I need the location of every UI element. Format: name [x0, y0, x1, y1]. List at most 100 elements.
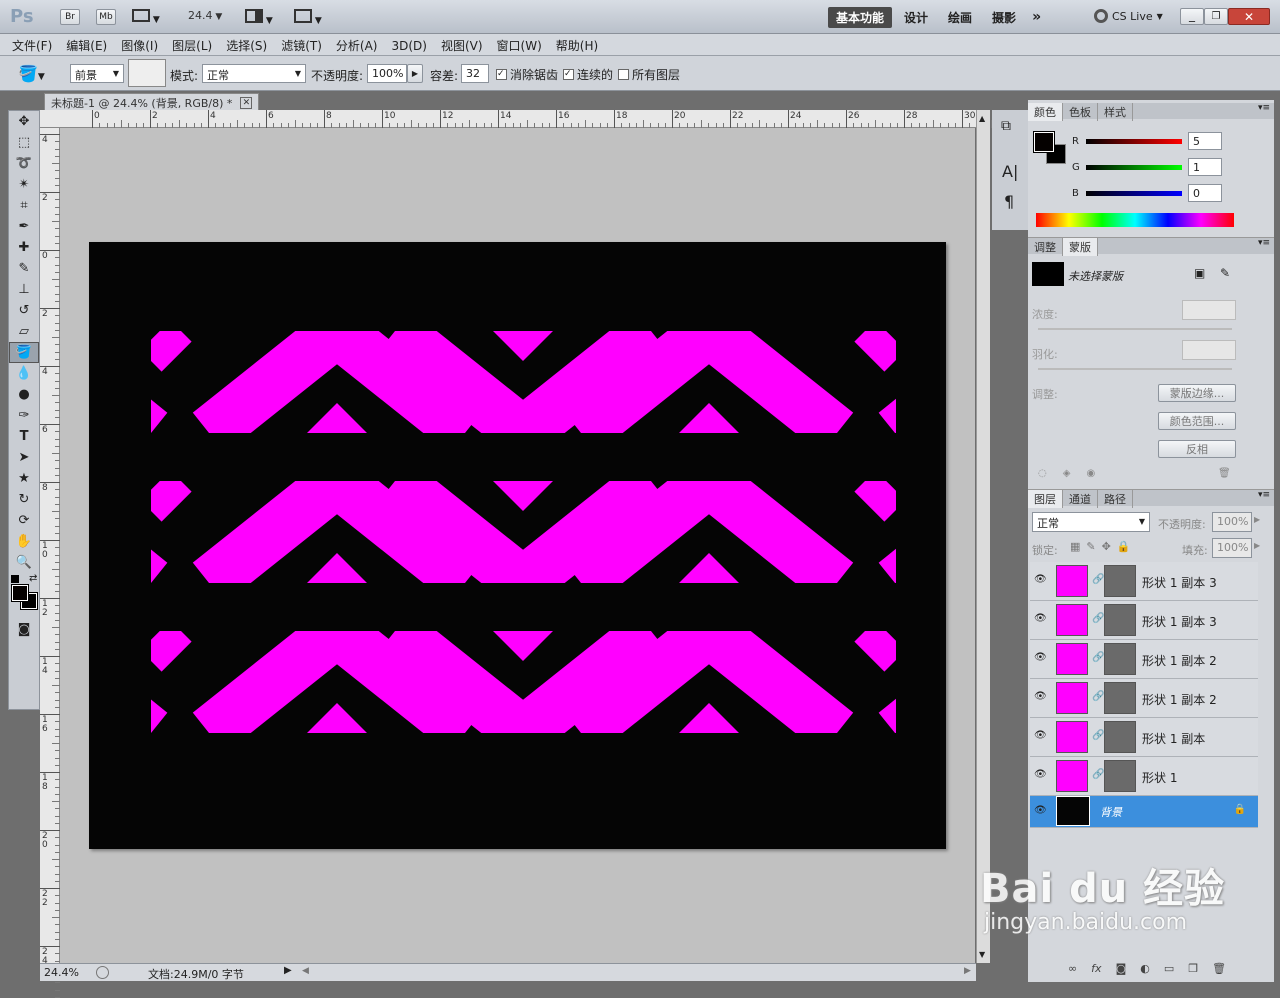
- blur-tool-icon[interactable]: 💧: [9, 363, 39, 384]
- pixel-mask-icon[interactable]: ▣: [1194, 266, 1205, 280]
- layer-opacity-input[interactable]: 100%: [1212, 512, 1252, 532]
- scroll-up-arrow[interactable]: ▲: [979, 114, 985, 123]
- vector-mask-thumbnail[interactable]: [1104, 721, 1136, 753]
- link-icon[interactable]: 🔗: [1092, 574, 1104, 585]
- workspace-design[interactable]: 设计: [896, 7, 936, 28]
- fill-source-select[interactable]: 前景 ▼: [70, 64, 124, 83]
- eye-icon[interactable]: 👁: [1034, 652, 1048, 663]
- link-icon[interactable]: 🔗: [1092, 652, 1104, 663]
- bridge-button[interactable]: Br: [60, 9, 80, 25]
- add-mask-icon[interactable]: ◙: [1116, 962, 1127, 975]
- load-selection-icon[interactable]: ◌: [1038, 468, 1047, 479]
- invert-button[interactable]: 反相: [1158, 440, 1236, 458]
- panel-menu-icon[interactable]: ▾≡: [1258, 103, 1270, 113]
- link-icon[interactable]: 🔗: [1092, 613, 1104, 624]
- arrange-documents-button[interactable]: ▼: [245, 9, 273, 26]
- panel-menu-icon[interactable]: ▾≡: [1258, 490, 1270, 500]
- 3d-orbit-tool-icon[interactable]: ⟳: [9, 510, 39, 531]
- lock-image-icon[interactable]: ✎: [1086, 540, 1095, 553]
- clone-stamp-tool-icon[interactable]: ⊥: [9, 279, 39, 300]
- fg-bg-color-picker[interactable]: [1033, 131, 1068, 166]
- foreground-color-swatch[interactable]: [11, 584, 29, 602]
- path-selection-tool-icon[interactable]: ➤: [9, 447, 39, 468]
- menu-item-0[interactable]: 文件(F): [12, 37, 52, 54]
- pen-tool-icon[interactable]: ✑: [9, 405, 39, 426]
- eye-icon[interactable]: 👁: [1034, 769, 1048, 780]
- 3d-rotate-tool-icon[interactable]: ↻: [9, 489, 39, 510]
- workspace-painting[interactable]: 绘画: [940, 7, 980, 28]
- menu-item-9[interactable]: 窗口(W): [497, 37, 542, 54]
- shape-fill-thumbnail[interactable]: [1056, 643, 1088, 675]
- vector-mask-thumbnail[interactable]: [1104, 604, 1136, 636]
- zoom-tool-icon[interactable]: 🔍: [9, 552, 39, 573]
- link-layers-icon[interactable]: ∞: [1068, 962, 1077, 975]
- menu-item-3[interactable]: 图层(L): [172, 37, 212, 54]
- r-slider[interactable]: [1086, 139, 1182, 144]
- vector-mask-thumbnail[interactable]: [1104, 565, 1136, 597]
- status-icon[interactable]: [96, 966, 109, 979]
- blend-mode-select[interactable]: 正常 ▼: [1032, 512, 1150, 532]
- feather-slider[interactable]: [1038, 368, 1232, 370]
- scroll-down-arrow[interactable]: ▼: [979, 950, 985, 959]
- new-group-icon[interactable]: ▭: [1164, 962, 1174, 975]
- canvas-area[interactable]: [60, 128, 975, 963]
- mask-edge-button[interactable]: 蒙版边缘...: [1158, 384, 1236, 402]
- restore-button[interactable]: ❐: [1204, 8, 1228, 25]
- eraser-tool-icon[interactable]: ▱: [9, 321, 39, 342]
- view-extras-button[interactable]: ▼: [132, 9, 164, 25]
- eye-icon[interactable]: 👁: [1034, 730, 1048, 741]
- minibridge-button[interactable]: Mb: [96, 9, 116, 25]
- fill-input[interactable]: 100%: [1212, 538, 1252, 558]
- menu-item-8[interactable]: 视图(V): [441, 37, 483, 54]
- layer-row[interactable]: 👁 🔗 形状 1: [1030, 757, 1258, 796]
- fill-arrow[interactable]: ▶: [1254, 541, 1260, 550]
- vector-mask-thumbnail[interactable]: [1104, 760, 1136, 792]
- tab-styles[interactable]: 样式: [1098, 103, 1133, 121]
- layer-row[interactable]: 👁 背景 🔒: [1030, 796, 1258, 828]
- paint-bucket-tool-icon[interactable]: 🪣: [9, 342, 39, 363]
- close-tab-icon[interactable]: ✕: [240, 96, 253, 109]
- vertical-scrollbar[interactable]: ▲ ▼: [976, 110, 990, 963]
- layer-row[interactable]: 👁 🔗 形状 1 副本: [1030, 718, 1258, 757]
- g-input[interactable]: 1: [1188, 158, 1222, 176]
- workspace-photography[interactable]: 摄影: [984, 7, 1024, 28]
- tab-layers[interactable]: 图层: [1028, 490, 1063, 508]
- link-icon[interactable]: 🔗: [1092, 769, 1104, 780]
- tolerance-input[interactable]: 32: [461, 64, 489, 83]
- custom-shape-tool-icon[interactable]: ★: [9, 468, 39, 489]
- document-tab[interactable]: 未标题-1 @ 24.4% (背景, RGB/8) * ✕: [44, 93, 260, 111]
- delete-mask-icon[interactable]: 🗑: [1218, 468, 1231, 479]
- zoom-level-dropdown[interactable]: 24.4 ▼: [188, 9, 222, 22]
- lasso-tool-icon[interactable]: ➰: [9, 153, 39, 174]
- menu-item-1[interactable]: 编辑(E): [66, 37, 107, 54]
- vector-mask-thumbnail[interactable]: [1104, 682, 1136, 714]
- tab-masks[interactable]: 蒙版: [1063, 238, 1098, 256]
- lock-transparent-icon[interactable]: ▦: [1070, 540, 1080, 553]
- opacity-slider-button[interactable]: ▶: [407, 64, 423, 83]
- density-slider[interactable]: [1038, 328, 1232, 330]
- adjustment-layer-icon[interactable]: ◐: [1140, 962, 1150, 975]
- mode-select[interactable]: 正常 ▼: [202, 64, 306, 83]
- density-input[interactable]: [1182, 300, 1236, 320]
- type-tool-icon[interactable]: T: [9, 426, 39, 447]
- swap-colors-icon[interactable]: ⇄: [29, 573, 37, 584]
- menu-item-10[interactable]: 帮助(H): [556, 37, 598, 54]
- contiguous-checkbox[interactable]: ✓ 连续的: [563, 66, 613, 83]
- tab-adjustments[interactable]: 调整: [1028, 238, 1063, 256]
- g-slider[interactable]: [1086, 165, 1182, 170]
- tab-swatches[interactable]: 色板: [1063, 103, 1098, 121]
- brush-tool-icon[interactable]: ✎: [9, 258, 39, 279]
- shape-fill-thumbnail[interactable]: [1056, 682, 1088, 714]
- layer-row[interactable]: 👁 🔗 形状 1 副本 3: [1030, 601, 1258, 640]
- tab-color[interactable]: 颜色: [1028, 103, 1063, 121]
- layer-row[interactable]: 👁 🔗 形状 1 副本 2: [1030, 640, 1258, 679]
- delete-layer-icon[interactable]: 🗑: [1212, 962, 1226, 975]
- dodge-tool-icon[interactable]: ●: [9, 384, 39, 405]
- eye-icon[interactable]: 👁: [1034, 691, 1048, 702]
- color-spectrum-bar[interactable]: [1036, 213, 1234, 227]
- menu-item-6[interactable]: 分析(A): [336, 37, 378, 54]
- paragraph-panel-icon[interactable]: ¶: [1004, 192, 1014, 211]
- shape-fill-thumbnail[interactable]: [1056, 760, 1088, 792]
- document-canvas[interactable]: [89, 242, 946, 849]
- tab-channels[interactable]: 通道: [1063, 490, 1098, 508]
